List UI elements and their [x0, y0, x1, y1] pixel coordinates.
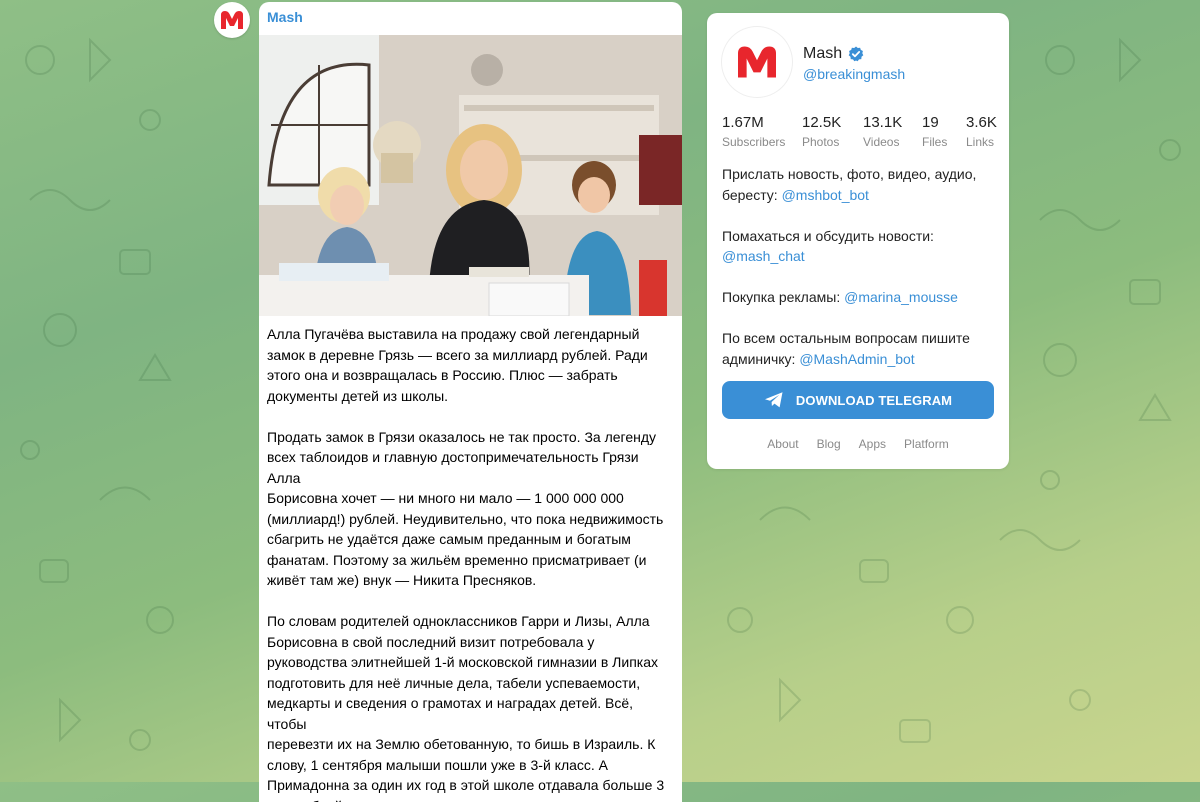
- post-text: Алла Пугачёва выставила на продажу свой …: [267, 324, 672, 802]
- stat-label: Links: [966, 135, 995, 149]
- stat-value: 3.6K: [966, 114, 997, 131]
- post-paragraph: Продать замок в Грязи оказалось не так п…: [267, 428, 664, 589]
- footer-link-blog[interactable]: Blog: [817, 437, 841, 451]
- channel-info-card: Mash @breakingmash 1.67M Subscribers 12.…: [707, 13, 1009, 469]
- stat-photos[interactable]: 12.5K Photos: [802, 114, 841, 149]
- verified-badge-icon: [848, 46, 864, 62]
- channel-handle-link[interactable]: @breakingmash: [803, 66, 905, 82]
- footer-links: About Blog Apps Platform: [707, 437, 1009, 451]
- stat-label: Photos: [802, 135, 840, 149]
- post-author-avatar[interactable]: [214, 2, 250, 38]
- footer-link-about[interactable]: About: [767, 437, 798, 451]
- description-link[interactable]: @marina_mousse: [844, 289, 958, 305]
- channel-stats: 1.67M Subscribers 12.5K Photos 13.1K Vid…: [722, 114, 1009, 154]
- stat-label: Subscribers: [722, 135, 786, 149]
- footer-link-apps[interactable]: Apps: [859, 437, 886, 451]
- post-photo[interactable]: [259, 35, 682, 316]
- description-text: Помахаться и обсудить новости:: [722, 227, 934, 244]
- mash-logo-icon: [221, 11, 243, 30]
- description-link[interactable]: @MashAdmin_bot: [799, 351, 914, 367]
- download-telegram-label: DOWNLOAD TELEGRAM: [795, 392, 953, 408]
- description-line: Покупка рекламы: @marina_mousse: [722, 287, 994, 308]
- footer-link-platform[interactable]: Platform: [904, 437, 949, 451]
- channel-post: Mash Алла Пугачёва выставила на продажу …: [259, 2, 682, 802]
- description-text: Покупка рекламы:: [722, 289, 845, 305]
- stat-value: 13.1K: [863, 114, 903, 131]
- channel-description: Прислать новость, фото, видео, аудио, бе…: [722, 164, 994, 390]
- stat-label: Files: [922, 135, 948, 149]
- stat-videos[interactable]: 13.1K Videos: [863, 114, 902, 149]
- telegram-plane-icon: [764, 392, 783, 408]
- post-paragraph: По словам родителей одноклассников Гарри…: [267, 613, 665, 802]
- stat-value: 1.67M: [722, 114, 764, 131]
- post-author-name[interactable]: Mash: [267, 9, 303, 25]
- channel-name-text: Mash: [803, 45, 843, 62]
- description-line: Помахаться и обсудить новости: @mash_cha…: [722, 226, 994, 267]
- description-line: По всем остальным вопросам пишите админи…: [722, 328, 994, 369]
- channel-name: Mash: [803, 45, 864, 63]
- stat-files[interactable]: 19 Files: [922, 114, 947, 149]
- stat-links[interactable]: 3.6K Links: [966, 114, 997, 149]
- description-link[interactable]: @mash_chat: [722, 248, 805, 264]
- channel-avatar[interactable]: [722, 27, 792, 97]
- post-paragraph: Алла Пугачёва выставила на продажу свой …: [267, 326, 648, 404]
- stat-value: 12.5K: [802, 114, 842, 131]
- stat-label: Videos: [863, 135, 900, 149]
- description-link[interactable]: @mshbot_bot: [782, 187, 869, 203]
- mash-logo-icon: [738, 46, 776, 79]
- download-telegram-button[interactable]: DOWNLOAD TELEGRAM: [722, 381, 994, 419]
- stat-value: 19: [922, 114, 939, 131]
- stat-subscribers: 1.67M Subscribers: [722, 114, 785, 149]
- description-line: Прислать новость, фото, видео, аудио, бе…: [722, 164, 994, 205]
